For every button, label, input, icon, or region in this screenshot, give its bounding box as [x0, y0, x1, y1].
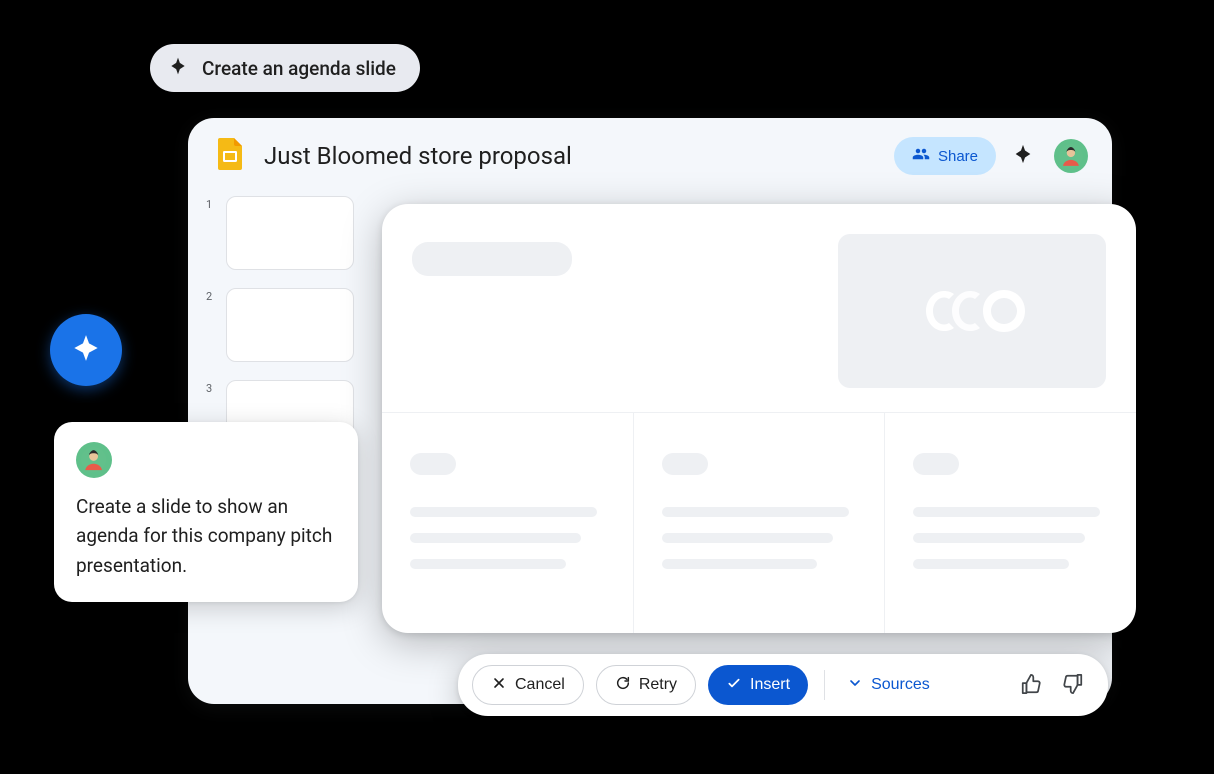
- suggestion-chip[interactable]: Create an agenda slide: [150, 44, 420, 92]
- cancel-button-label: Cancel: [515, 676, 565, 694]
- gemini-badge[interactable]: [50, 314, 122, 386]
- placeholder-image-glyph: [838, 234, 1106, 388]
- placeholder-line: [913, 533, 1084, 543]
- generated-slide-preview: [382, 204, 1136, 633]
- placeholder-line: [410, 507, 597, 517]
- placeholder-heading: [913, 453, 959, 475]
- retry-button-label: Retry: [639, 676, 677, 694]
- prompt-card: Create a slide to show an agenda for thi…: [54, 422, 358, 602]
- placeholder-line: [662, 533, 833, 543]
- feedback-group: [1016, 669, 1088, 702]
- chevron-down-icon: [847, 675, 863, 696]
- generation-action-bar: Cancel Retry Insert Sources: [458, 654, 1108, 716]
- thumbs-down-icon: [1062, 683, 1084, 698]
- slide-thumbnail[interactable]: [226, 196, 354, 270]
- placeholder-line: [913, 559, 1069, 569]
- placeholder-line: [410, 533, 581, 543]
- thumbs-up-button[interactable]: [1016, 669, 1046, 702]
- spark-icon: [168, 56, 188, 81]
- insert-button[interactable]: Insert: [708, 665, 808, 705]
- share-button-label: Share: [938, 148, 978, 165]
- generated-column: [885, 413, 1136, 633]
- gemini-spark-icon[interactable]: [1012, 143, 1038, 169]
- spark-icon: [72, 334, 100, 366]
- document-title[interactable]: Just Bloomed store proposal: [264, 142, 878, 170]
- suggestion-chip-label: Create an agenda slide: [202, 57, 396, 80]
- placeholder-line: [410, 559, 566, 569]
- slide-thumbnail[interactable]: [226, 288, 354, 362]
- generated-slide-panel: [382, 204, 1136, 633]
- placeholder-heading: [410, 453, 456, 475]
- generated-column: [382, 413, 634, 633]
- placeholder-line: [913, 507, 1100, 517]
- placeholder-title: [412, 242, 572, 276]
- sources-button-label: Sources: [871, 676, 930, 694]
- placeholder-line: [662, 559, 818, 569]
- thumbs-down-button[interactable]: [1058, 669, 1088, 702]
- share-button[interactable]: Share: [894, 137, 996, 175]
- user-avatar[interactable]: [1054, 139, 1088, 173]
- placeholder-heading: [662, 453, 708, 475]
- slide-number: 3: [206, 380, 218, 395]
- thumbs-up-icon: [1020, 683, 1042, 698]
- generated-column: [634, 413, 886, 633]
- slide-number: 1: [206, 196, 218, 211]
- separator: [824, 670, 825, 700]
- user-avatar: [76, 442, 112, 478]
- slide-number: 2: [206, 288, 218, 303]
- cancel-button[interactable]: Cancel: [472, 665, 584, 705]
- placeholder-line: [662, 507, 849, 517]
- prompt-text: Create a slide to show an agenda for thi…: [76, 492, 336, 580]
- placeholder-image: [838, 234, 1106, 388]
- insert-button-label: Insert: [750, 676, 790, 694]
- sources-button[interactable]: Sources: [841, 665, 936, 705]
- slides-header: Just Bloomed store proposal Share: [188, 118, 1112, 190]
- close-icon: [491, 675, 507, 696]
- check-icon: [726, 675, 742, 696]
- retry-button[interactable]: Retry: [596, 665, 696, 705]
- people-icon: [912, 145, 930, 167]
- refresh-icon: [615, 675, 631, 696]
- slides-logo-icon: [212, 136, 248, 176]
